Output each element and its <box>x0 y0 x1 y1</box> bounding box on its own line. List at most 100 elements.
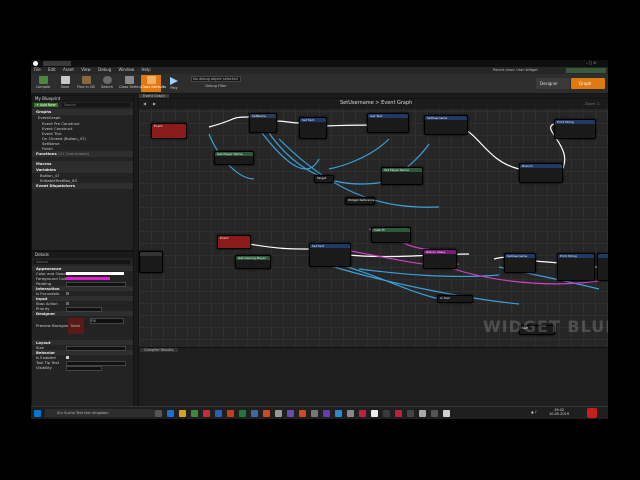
app-icon[interactable] <box>347 410 354 417</box>
event-graph-canvas[interactable]: ◀ ▶ SetUsername > Event Graph Zoom -1 Ev… <box>138 98 608 348</box>
word-icon[interactable] <box>215 410 222 417</box>
event-node[interactable]: Event <box>151 123 187 139</box>
branch-node[interactable]: Branch <box>519 163 563 183</box>
store-icon[interactable] <box>191 410 198 417</box>
search-help-field[interactable] <box>566 68 606 73</box>
file-explorer-icon[interactable] <box>179 410 186 417</box>
wire-layer <box>208 116 608 305</box>
node-title: Set Text <box>312 244 324 248</box>
compile-button[interactable]: Compile <box>33 75 53 92</box>
clock[interactable]: 19:42 10.05.2019 <box>549 408 569 416</box>
app-icon[interactable] <box>431 410 438 417</box>
class-defaults-button[interactable]: Class Defaults <box>141 75 166 92</box>
edge-icon[interactable] <box>167 410 174 417</box>
designer-mode-tab[interactable]: Designer <box>536 78 570 89</box>
menu-asset[interactable]: Asset <box>63 67 74 72</box>
event-node-2[interactable]: Event <box>217 235 251 249</box>
windows-start-icon[interactable] <box>34 410 41 417</box>
app-icon[interactable] <box>395 410 402 417</box>
target-pin-node[interactable]: Target <box>314 175 334 183</box>
app-icon[interactable] <box>443 410 450 417</box>
app-icon[interactable] <box>323 410 330 417</box>
checkbox[interactable] <box>66 292 69 295</box>
gear-icon <box>124 76 134 84</box>
compiler-results-tab[interactable]: Compiler Results <box>140 348 178 352</box>
unreal-engine-icon[interactable] <box>371 410 378 417</box>
checkbox[interactable] <box>66 302 69 305</box>
set-player-name-node[interactable]: Set Player Name <box>381 167 423 185</box>
excel-icon[interactable] <box>239 410 246 417</box>
find-in-cb-button[interactable]: Find in CB <box>76 75 96 92</box>
collapsed-node[interactable] <box>139 251 163 273</box>
play-label: Play <box>170 86 178 90</box>
menu-edit[interactable]: Edit <box>48 67 56 72</box>
menu-help[interactable]: Help <box>142 67 151 72</box>
app-icon[interactable] <box>275 410 282 417</box>
app-icon[interactable] <box>335 410 342 417</box>
find-in-cb-label: Find in CB <box>77 85 95 89</box>
app-icon[interactable] <box>263 410 270 417</box>
set-node-3[interactable]: SetUsername <box>504 253 536 273</box>
setname-node[interactable]: SetName <box>249 113 277 133</box>
graph-label: Graph <box>579 81 592 86</box>
menu-window[interactable]: Window <box>118 67 134 72</box>
toolbar: Compile Save Find in CB Search Class Set… <box>31 74 608 94</box>
checkbox[interactable] <box>66 356 69 359</box>
window-controls[interactable]: – ▢ ✕ <box>586 61 596 65</box>
data-wire <box>323 263 520 305</box>
get-player-name-node[interactable]: Get Player Name <box>214 151 254 165</box>
print-string-node[interactable]: Print String <box>554 119 596 139</box>
reference-node[interactable]: Widget Reference <box>345 197 375 205</box>
size-field[interactable] <box>66 346 126 351</box>
app-icon[interactable] <box>383 410 390 417</box>
notification-badge[interactable] <box>587 408 597 418</box>
save-label: Save <box>60 85 70 89</box>
set-text-node-2[interactable]: Set Text <box>309 243 351 267</box>
save-button[interactable]: Save <box>55 75 75 92</box>
taskbar-search-input[interactable]: Zur Suche Text hier eingeben <box>45 409 155 417</box>
app-icon[interactable] <box>359 410 366 417</box>
app-icon[interactable] <box>251 410 258 417</box>
get-text-node[interactable]: Get Text <box>367 113 409 133</box>
windows-taskbar: Zur Suche Text hier eingeben ▲ ♪ 19:42 1… <box>31 406 608 419</box>
set-text-node[interactable]: Set Text <box>299 117 327 139</box>
app-icon[interactable] <box>407 410 414 417</box>
debug-object-selector[interactable]: No debug object selected Debug Filter <box>191 76 241 90</box>
text-conversion-node[interactable]: Return Value <box>423 249 457 269</box>
get-owning-player-node[interactable]: Get Owning Player <box>235 255 271 269</box>
color-swatch[interactable] <box>66 272 124 275</box>
app-icon[interactable] <box>203 410 210 417</box>
search-button[interactable]: Search <box>97 75 117 92</box>
visual-studio-icon[interactable] <box>287 410 294 417</box>
task-view-icon[interactable] <box>155 410 162 417</box>
menu-file[interactable]: File <box>34 67 41 72</box>
blueprint-search-input[interactable]: Search <box>62 103 130 107</box>
menu-debug[interactable]: Debug <box>98 67 111 72</box>
system-tray[interactable]: ▲ ♪ <box>531 410 537 414</box>
app-icon[interactable] <box>299 410 306 417</box>
cast-to-node[interactable]: Cast To <box>371 227 411 243</box>
event-dispatchers-header[interactable]: Event Dispatchers <box>32 183 133 189</box>
print-node-2[interactable]: Print String <box>557 253 595 281</box>
details-search-input[interactable]: Search <box>34 260 130 264</box>
priority-field[interactable] <box>66 307 102 312</box>
play-button[interactable]: Play <box>164 75 184 92</box>
app-icon[interactable] <box>311 410 318 417</box>
padding-field[interactable] <box>66 282 126 287</box>
node-title: SetName <box>252 114 266 118</box>
powerpoint-icon[interactable] <box>227 410 234 417</box>
partial-node[interactable] <box>597 253 608 281</box>
visibility-select[interactable] <box>66 366 102 371</box>
set-username-node[interactable]: SetUsername <box>424 115 468 135</box>
app-icon[interactable] <box>419 410 426 417</box>
graph-mode-tab[interactable]: Graph <box>571 78 605 89</box>
class-settings-button[interactable]: Class Settings <box>119 75 144 92</box>
variable-getter-node[interactable]: In Text <box>437 295 473 303</box>
folder-icon <box>81 76 91 84</box>
fill-select[interactable]: Fill <box>90 318 124 324</box>
preview-background-swatch[interactable]: None <box>68 318 84 334</box>
color-swatch[interactable] <box>66 277 110 280</box>
add-new-button[interactable]: + Add New <box>34 103 58 107</box>
document-tab[interactable] <box>43 61 71 66</box>
menu-view[interactable]: View <box>81 67 91 72</box>
